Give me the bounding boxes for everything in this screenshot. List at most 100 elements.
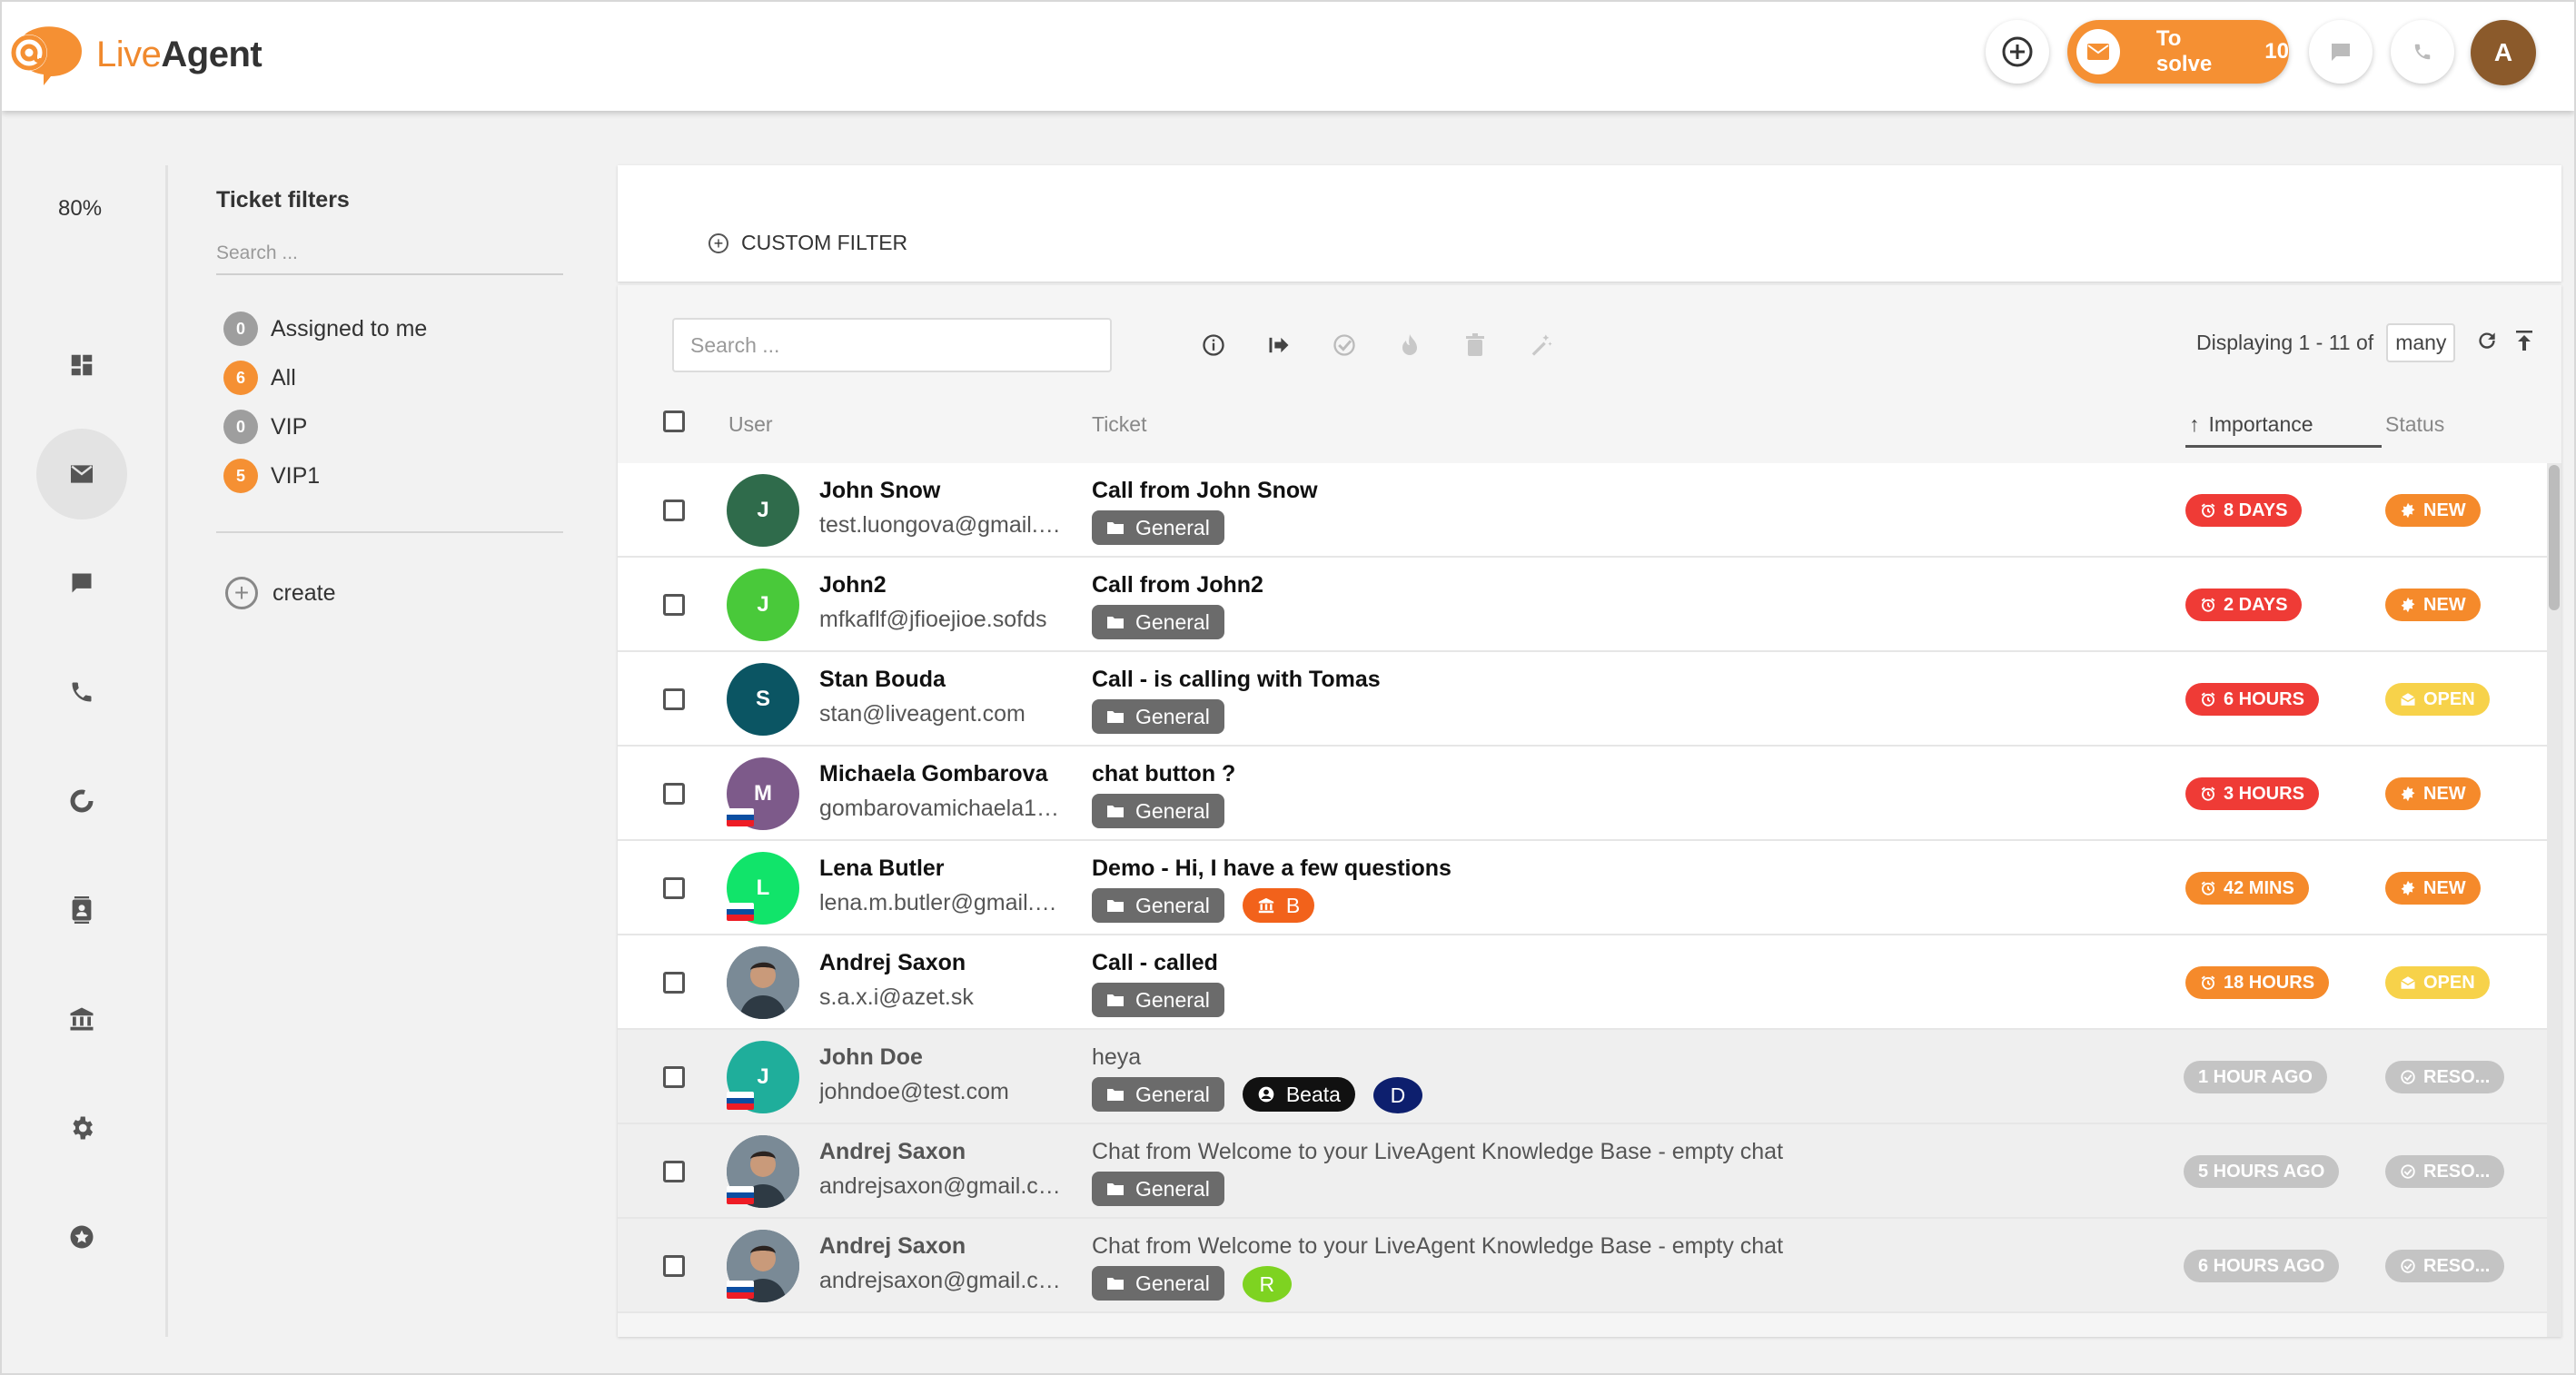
user-name[interactable]: Andrej Saxon xyxy=(819,1139,966,1165)
row-checkbox[interactable] xyxy=(663,972,685,994)
tag-label: General xyxy=(1135,1082,1210,1106)
ticket-subject[interactable]: Chat from Welcome to your LiveAgent Know… xyxy=(1092,1233,1783,1260)
department-tag[interactable]: General xyxy=(1092,605,1224,639)
row-checkbox[interactable] xyxy=(663,783,685,805)
scroll-top-button[interactable] xyxy=(2513,329,2535,358)
filter-label: VIP xyxy=(271,413,308,440)
user-name[interactable]: John Snow xyxy=(819,478,940,504)
column-status[interactable]: Status xyxy=(2385,412,2444,437)
row-checkbox[interactable] xyxy=(663,1255,685,1277)
filter-item[interactable]: 0 Assigned to me xyxy=(216,304,565,353)
agent-tag[interactable]: Beata xyxy=(1242,1077,1355,1112)
department-tag[interactable]: General xyxy=(1092,1172,1224,1206)
row-checkbox[interactable] xyxy=(663,688,685,710)
ticket-row[interactable]: L Lena Butler lena.m.butler@gmail.com Demo … xyxy=(618,841,2547,935)
nav-contacts[interactable] xyxy=(36,865,127,955)
to-solve-button[interactable]: To solve 10 xyxy=(2067,20,2289,84)
filter-item[interactable]: 6 All xyxy=(216,353,565,402)
department-tag[interactable]: General xyxy=(1092,888,1224,923)
magic-button[interactable] xyxy=(1508,329,1573,361)
nav-calls[interactable] xyxy=(36,647,127,737)
user-name[interactable]: Stan Bouda xyxy=(819,667,946,693)
user-name[interactable]: Andrej Saxon xyxy=(819,950,966,976)
folder-icon xyxy=(1106,804,1125,818)
filters-search-input[interactable]: Search ... xyxy=(216,242,563,275)
user-name[interactable]: Michaela Gombarova xyxy=(819,761,1047,787)
create-filter-button[interactable]: + create xyxy=(216,577,565,609)
check-circle-icon xyxy=(2400,1163,2416,1180)
resolve-button[interactable] xyxy=(1312,329,1377,361)
row-checkbox[interactable] xyxy=(663,500,685,521)
ticket-subject[interactable]: Call from John2 xyxy=(1092,572,1263,598)
ticket-subject[interactable]: Chat from Welcome to your LiveAgent Know… xyxy=(1092,1139,1783,1165)
ticket-row[interactable]: J John2 mfkaflf@jfioejioe.sofds Call from J… xyxy=(618,558,2547,652)
arrow-to-top-icon xyxy=(2516,330,2533,351)
tag-badge[interactable]: D xyxy=(1372,1077,1422,1113)
column-user[interactable]: User xyxy=(728,412,773,437)
nav-reports[interactable] xyxy=(36,756,127,846)
row-checkbox[interactable] xyxy=(663,1161,685,1182)
department-tag[interactable]: General xyxy=(1092,1077,1224,1112)
ticket-row[interactable]: Andrej Saxon andrejsaxon@gmail.com Chat fr… xyxy=(618,1219,2547,1313)
ticket-row[interactable]: Andrej Saxon andrejsaxon@gmail.com Chat fr… xyxy=(618,1124,2547,1219)
ticket-row[interactable]: MMichaela Gombarovagombarovamichaela1@gm… xyxy=(618,747,2547,841)
nav-chats[interactable] xyxy=(36,538,127,628)
new-item-button[interactable] xyxy=(1986,20,2049,84)
department-tag[interactable]: General xyxy=(1092,510,1224,545)
delete-button[interactable] xyxy=(1442,329,1508,361)
ticket-search-input[interactable]: Search ... xyxy=(672,318,1112,372)
ticket-row[interactable]: J John Doe johndoe@test.com heya General Beat… xyxy=(618,1030,2547,1124)
chat-status-button[interactable] xyxy=(2309,20,2373,84)
scrollbar-thumb[interactable] xyxy=(2549,465,2560,610)
row-checkbox[interactable] xyxy=(663,1066,685,1088)
column-ticket[interactable]: Ticket xyxy=(1092,412,1147,437)
user-name[interactable]: John Doe xyxy=(819,1044,923,1071)
tag-badge[interactable]: R xyxy=(1242,1266,1292,1302)
info-button[interactable] xyxy=(1181,329,1246,361)
nav-features[interactable] xyxy=(36,1192,127,1282)
ticket-subject[interactable]: Call from John Snow xyxy=(1092,478,1318,504)
user-avatar[interactable]: A xyxy=(2471,20,2536,85)
department-tag[interactable]: General xyxy=(1092,794,1224,828)
ticket-row[interactable]: S Stan Bouda stan@liveagent.com Call - is c… xyxy=(618,652,2547,747)
column-importance[interactable]: ↑ Importance xyxy=(2189,412,2313,437)
ticket-subject[interactable]: chat button ? xyxy=(1092,761,1235,787)
spam-button[interactable] xyxy=(1377,329,1442,361)
user-name[interactable]: Andrej Saxon xyxy=(819,1233,966,1260)
ticket-row[interactable]: J John Snow test.luongova@gmail.com Call fr… xyxy=(618,463,2547,558)
filter-item[interactable]: 5 VIP1 xyxy=(216,451,565,500)
user-name[interactable]: John2 xyxy=(819,572,887,598)
importance-badge: 1 HOUR AGO xyxy=(2184,1061,2327,1093)
nav-settings[interactable] xyxy=(36,1083,127,1173)
transfer-button[interactable] xyxy=(1246,329,1312,361)
company-tag[interactable]: B xyxy=(1242,888,1315,923)
user-email: stan@liveagent.com xyxy=(819,701,1025,727)
department-tag[interactable]: General xyxy=(1092,983,1224,1017)
department-tag[interactable]: General xyxy=(1092,1266,1224,1301)
filter-item[interactable]: 0 VIP xyxy=(216,402,565,451)
nav-dashboard[interactable] xyxy=(36,320,127,411)
displaying-total-select[interactable]: many xyxy=(2386,323,2456,362)
row-checkbox[interactable] xyxy=(663,594,685,616)
logo[interactable]: LiveAgent xyxy=(7,22,263,87)
department-tag[interactable]: General xyxy=(1092,699,1224,734)
ticket-subject[interactable]: Call - is calling with Tomas xyxy=(1092,667,1381,693)
user-email: gombarovamichaela1@gmail.com xyxy=(819,796,1065,821)
select-all-checkbox[interactable] xyxy=(663,411,685,432)
ticket-subject[interactable]: Call - called xyxy=(1092,950,1218,976)
ticket-subject[interactable]: heya xyxy=(1092,1044,1141,1071)
user-email: andrejsaxon@gmail.com xyxy=(819,1268,1065,1293)
row-checkbox[interactable] xyxy=(663,877,685,899)
ticket-subject[interactable]: Demo - Hi, I have a few questions xyxy=(1092,856,1451,882)
nav-companies[interactable] xyxy=(36,974,127,1064)
refresh-button[interactable] xyxy=(2475,329,2499,358)
nav-tickets[interactable] xyxy=(36,429,127,519)
refresh-icon xyxy=(2479,331,2496,349)
custom-filter-button[interactable]: + CUSTOM FILTER xyxy=(708,231,907,255)
ticket-row[interactable]: Andrej Saxon s.a.x.i@azet.sk Call - called… xyxy=(618,935,2547,1030)
brand-live: Live xyxy=(96,34,162,74)
status-badge: NEW xyxy=(2385,777,2481,810)
phone-status-button[interactable] xyxy=(2391,20,2454,84)
dashboard-icon xyxy=(71,354,93,376)
user-name[interactable]: Lena Butler xyxy=(819,856,945,882)
